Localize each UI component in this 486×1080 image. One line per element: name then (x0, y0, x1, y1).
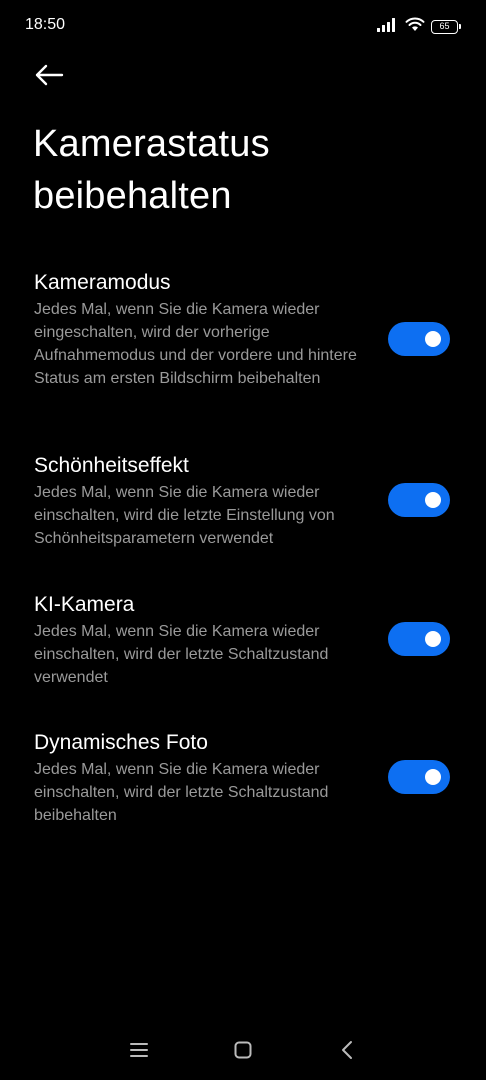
navigation-bar (0, 1024, 486, 1080)
setting-description: Jedes Mal, wenn Sie die Kamera wieder ei… (34, 623, 329, 686)
menu-button[interactable] (121, 1034, 157, 1070)
status-icons: 65 (377, 17, 461, 37)
setting-description: Jedes Mal, wenn Sie die Kamera wieder ei… (34, 761, 329, 824)
wifi-icon (405, 17, 425, 37)
toggle-schoenheitseffekt[interactable] (388, 483, 450, 517)
home-icon (234, 1041, 252, 1064)
back-button[interactable] (32, 60, 66, 94)
nav-back-button[interactable] (329, 1034, 365, 1070)
toggle-knob (425, 631, 441, 647)
status-bar: 18:50 65 (0, 0, 486, 52)
setting-item-schoenheitseffekt: Schönheitseffekt Jedes Mal, wenn Sie die… (0, 451, 486, 590)
setting-description: Jedes Mal, wenn Sie die Kamera wieder ei… (34, 301, 357, 387)
signal-icon (377, 17, 399, 37)
settings-list: Kameramodus Jedes Mal, wenn Sie die Kame… (0, 268, 486, 838)
back-icon (340, 1040, 354, 1065)
setting-description: Jedes Mal, wenn Sie die Kamera wieder ei… (34, 484, 335, 547)
battery-icon: 65 (431, 20, 461, 34)
setting-item-ki-kamera: KI-Kamera Jedes Mal, wenn Sie die Kamera… (0, 590, 486, 728)
toggle-knob (425, 769, 441, 785)
setting-item-kameramodus: Kameramodus Jedes Mal, wenn Sie die Kame… (0, 268, 486, 451)
toggle-knob (425, 492, 441, 508)
status-time: 18:50 (25, 16, 66, 33)
home-button[interactable] (225, 1034, 261, 1070)
page-title: Kamerastatus beibehalten (33, 123, 270, 217)
setting-title: Kameramodus (34, 271, 171, 294)
toggle-kameramodus[interactable] (388, 322, 450, 356)
toggle-ki-kamera[interactable] (388, 622, 450, 656)
setting-title: Dynamisches Foto (34, 731, 208, 754)
setting-item-dynamisches-foto: Dynamisches Foto Jedes Mal, wenn Sie die… (0, 728, 486, 838)
toggle-knob (425, 331, 441, 347)
battery-level: 65 (439, 21, 450, 31)
setting-title: KI-Kamera (34, 593, 135, 616)
toggle-dynamisches-foto[interactable] (388, 760, 450, 794)
setting-title: Schönheitseffekt (34, 454, 189, 477)
menu-icon (130, 1042, 148, 1063)
arrow-left-icon (34, 64, 64, 91)
